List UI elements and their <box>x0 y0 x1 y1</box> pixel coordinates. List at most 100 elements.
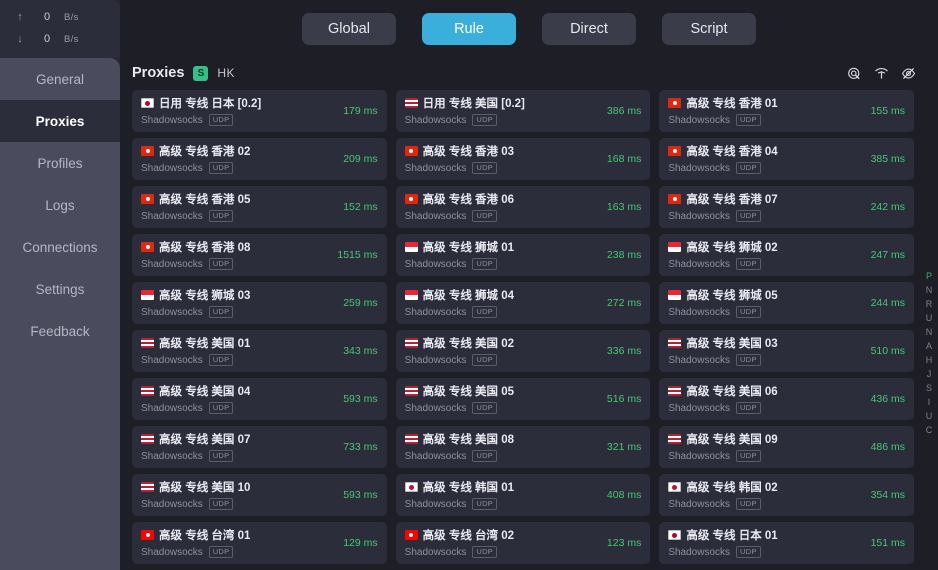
proxy-name: 高级 专线 美国 09 <box>686 434 778 446</box>
flag-icon-us <box>404 98 418 108</box>
proxy-latency: 593 ms <box>343 393 378 405</box>
proxy-card[interactable]: 高级 专线 台湾 02 Shadowsocks UDP 123 ms <box>395 522 651 564</box>
flag-icon-tw <box>141 530 154 540</box>
index-letter[interactable]: U <box>926 410 933 422</box>
proxy-card[interactable]: 高级 专线 香港 02 Shadowsocks UDP 209 ms <box>132 138 387 180</box>
proxy-card[interactable]: 日用 专线 美国 [0.2] Shadowsocks UDP 386 ms <box>395 90 651 132</box>
mode-button-rule[interactable]: Rule <box>422 13 516 45</box>
proxy-udp-badge: UDP <box>208 546 234 558</box>
sidebar-item-connections[interactable]: Connections <box>0 226 120 268</box>
proxy-protocol: Shadowsocks <box>141 546 203 558</box>
proxy-card[interactable]: 高级 专线 韩国 01 Shadowsocks UDP 408 ms <box>395 474 651 516</box>
proxy-card[interactable]: 高级 专线 狮城 05 Shadowsocks UDP 244 ms <box>659 282 914 324</box>
proxy-protocol: Shadowsocks <box>141 402 203 414</box>
index-letter[interactable]: N <box>926 326 933 338</box>
proxy-protocol: Shadowsocks <box>404 546 467 558</box>
index-letter[interactable]: H <box>926 354 933 366</box>
proxy-card[interactable]: 高级 专线 狮城 03 Shadowsocks UDP 259 ms <box>132 282 387 324</box>
proxy-card[interactable]: 高级 专线 美国 02 Shadowsocks UDP 336 ms <box>395 330 651 372</box>
proxy-card[interactable]: 高级 专线 香港 06 Shadowsocks UDP 163 ms <box>395 186 651 228</box>
alphabet-index-rail[interactable]: PNRUNAHJSIUC <box>921 270 937 436</box>
proxy-name: 高级 专线 香港 08 <box>159 242 251 254</box>
proxy-name: 高级 专线 狮城 02 <box>686 242 778 254</box>
hide-eye-icon[interactable] <box>901 66 916 81</box>
index-letter[interactable]: I <box>928 396 931 408</box>
proxy-card-header: 高级 专线 美国 07 <box>141 431 378 447</box>
flag-icon-sg <box>404 290 418 300</box>
proxy-card[interactable]: 高级 专线 香港 03 Shadowsocks UDP 168 ms <box>395 138 651 180</box>
speed-test-icon[interactable] <box>847 66 862 81</box>
proxy-card[interactable]: 日用 专线 日本 [0.2] Shadowsocks UDP 179 ms <box>132 90 387 132</box>
index-letter[interactable]: R <box>926 298 933 310</box>
proxy-latency: 1515 ms <box>337 249 378 261</box>
proxy-card[interactable]: 高级 专线 日本 01 Shadowsocks UDP 151 ms <box>659 522 914 564</box>
proxy-card[interactable]: 高级 专线 台湾 01 Shadowsocks UDP 129 ms <box>132 522 387 564</box>
proxy-card[interactable]: 高级 专线 韩国 02 Shadowsocks UDP 354 ms <box>659 474 914 516</box>
signal-icon[interactable] <box>874 66 889 81</box>
index-letter[interactable]: C <box>926 424 933 436</box>
proxy-card[interactable]: 高级 专线 美国 04 Shadowsocks UDP 593 ms <box>132 378 387 420</box>
flag-icon-kr <box>668 482 682 492</box>
proxy-protocol: Shadowsocks <box>404 354 467 366</box>
proxy-card-meta: Shadowsocks UDP <box>141 354 378 366</box>
proxy-card[interactable]: 高级 专线 香港 08 Shadowsocks UDP 1515 ms <box>132 234 387 276</box>
proxy-card-meta: Shadowsocks UDP <box>141 114 378 126</box>
proxy-card[interactable]: 高级 专线 美国 07 Shadowsocks UDP 733 ms <box>132 426 387 468</box>
sidebar-item-general[interactable]: General <box>0 58 120 100</box>
proxy-name: 日用 专线 美国 [0.2] <box>422 98 525 110</box>
proxy-card-header: 高级 专线 狮城 01 <box>404 239 642 255</box>
sidebar-item-label: Settings <box>35 281 85 297</box>
proxy-card[interactable]: 高级 专线 美国 08 Shadowsocks UDP 321 ms <box>395 426 651 468</box>
mode-switcher: Global Rule Direct Script <box>120 0 938 58</box>
proxy-card[interactable]: 高级 专线 狮城 01 Shadowsocks UDP 238 ms <box>395 234 651 276</box>
flag-icon-us <box>668 386 682 396</box>
index-letter[interactable]: A <box>926 340 932 352</box>
proxy-udp-badge: UDP <box>208 354 234 366</box>
proxy-latency: 343 ms <box>343 345 378 357</box>
proxy-card[interactable]: 高级 专线 美国 03 Shadowsocks UDP 510 ms <box>659 330 914 372</box>
mode-button-direct[interactable]: Direct <box>542 13 636 45</box>
proxy-protocol: Shadowsocks <box>404 402 467 414</box>
proxy-card[interactable]: 高级 专线 香港 01 Shadowsocks UDP 155 ms <box>659 90 914 132</box>
proxy-protocol: Shadowsocks <box>404 210 467 222</box>
proxy-list-scroll[interactable]: 日用 专线 日本 [0.2] Shadowsocks UDP 179 ms 日用 专线 … <box>120 88 938 570</box>
proxy-name: 高级 专线 香港 03 <box>422 146 515 158</box>
sidebar-item-logs[interactable]: Logs <box>0 184 120 226</box>
proxy-card-header: 高级 专线 美国 03 <box>668 335 905 351</box>
proxy-protocol: Shadowsocks <box>404 258 467 270</box>
mode-button-global[interactable]: Global <box>302 13 396 45</box>
index-letter[interactable]: S <box>926 382 932 394</box>
proxy-name: 高级 专线 美国 02 <box>422 338 515 350</box>
index-letter[interactable]: P <box>926 270 932 282</box>
proxy-card-meta: Shadowsocks UDP <box>141 450 378 462</box>
proxy-protocol: Shadowsocks <box>141 258 203 270</box>
proxy-card[interactable]: 高级 专线 狮城 04 Shadowsocks UDP 272 ms <box>395 282 651 324</box>
proxy-name: 高级 专线 香港 01 <box>686 98 778 110</box>
sidebar-item-proxies[interactable]: Proxies <box>0 100 120 142</box>
proxy-card[interactable]: 高级 专线 美国 01 Shadowsocks UDP 343 ms <box>132 330 387 372</box>
proxy-card[interactable]: 高级 专线 美国 10 Shadowsocks UDP 593 ms <box>132 474 387 516</box>
proxy-card-header: 高级 专线 狮城 04 <box>404 287 642 303</box>
proxy-card[interactable]: 高级 专线 美国 05 Shadowsocks UDP 516 ms <box>395 378 651 420</box>
proxy-card[interactable]: 高级 专线 香港 04 Shadowsocks UDP 385 ms <box>659 138 914 180</box>
proxy-udp-badge: UDP <box>208 498 234 510</box>
flag-icon-us <box>404 386 418 396</box>
proxy-card-meta: Shadowsocks UDP <box>668 546 905 558</box>
proxy-name: 高级 专线 狮城 03 <box>159 290 251 302</box>
sidebar-item-feedback[interactable]: Feedback <box>0 310 120 352</box>
index-letter[interactable]: J <box>927 368 932 380</box>
proxy-latency: 242 ms <box>870 201 905 213</box>
mode-button-script[interactable]: Script <box>662 13 756 45</box>
proxy-card[interactable]: 高级 专线 狮城 02 Shadowsocks UDP 247 ms <box>659 234 914 276</box>
index-letter[interactable]: U <box>926 312 933 324</box>
proxy-card[interactable]: 高级 专线 美国 09 Shadowsocks UDP 486 ms <box>659 426 914 468</box>
proxy-card[interactable]: 高级 专线 美国 06 Shadowsocks UDP 436 ms <box>659 378 914 420</box>
proxy-group-label: HK <box>217 66 235 80</box>
proxy-card[interactable]: 高级 专线 香港 05 Shadowsocks UDP 152 ms <box>132 186 387 228</box>
proxy-name: 高级 专线 台湾 02 <box>422 530 515 542</box>
proxy-card[interactable]: 高级 专线 香港 07 Shadowsocks UDP 242 ms <box>659 186 914 228</box>
sidebar-item-profiles[interactable]: Profiles <box>0 142 120 184</box>
index-letter[interactable]: N <box>926 284 933 296</box>
sidebar-item-settings[interactable]: Settings <box>0 268 120 310</box>
proxy-name: 高级 专线 美国 08 <box>422 434 515 446</box>
